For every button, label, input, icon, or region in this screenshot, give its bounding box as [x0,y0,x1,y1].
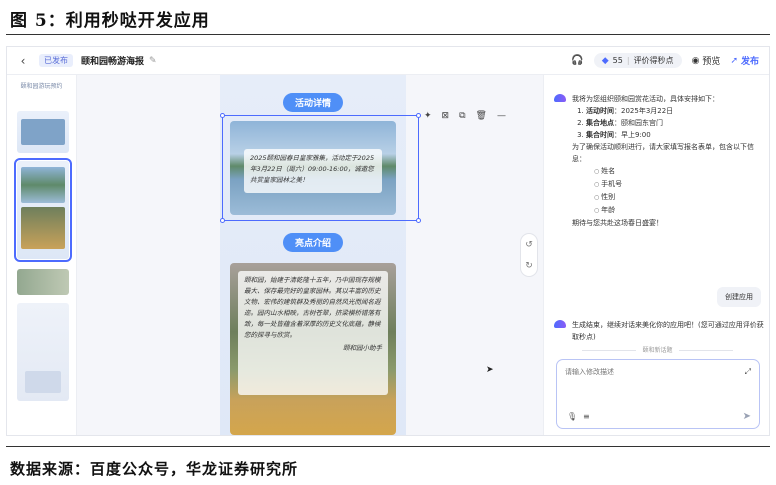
attachment-icon[interactable]: ≡ [583,412,590,421]
list-item: 手机号 [594,178,764,191]
thumbnail-page[interactable] [17,111,69,153]
form-field-list: 姓名 手机号 性别 年龄 [594,165,764,217]
floating-toolbar: ✦ ⊠ ⧉ 🗑 — [424,111,506,121]
page-title: 颐和园畅游海报 [81,57,145,67]
credit-count: 55 [612,56,623,65]
message-outro: 期待与您共赴这场春日盛宴！ [572,219,663,227]
event-info-card[interactable]: 2025颐和园春日皇家雅集，活动定于2025年3月22日（周六）09:00-16… [244,149,382,193]
thumbnail-page[interactable] [17,303,69,401]
image-edit-icon[interactable]: ⊠ [442,111,450,121]
list-item: 年龄 [594,204,764,217]
figure-title: 图 5：利用秒哒开发应用 [10,11,210,31]
ai-message: 生成结束，继续对话来美化你的应用吧！(您可通过应用评价获取秒点) [554,319,764,343]
publish-button[interactable]: ➚ 发布 [730,54,759,68]
message-intro: 我将为您组织颐和园赏花活动，具体安排如下： [572,95,719,103]
app-window: ‹ 已发布 颐和园畅游海报 ✎ 🎧 ◆ 55 | 评价得秒点 ◉ 预览 ➚ 发布… [6,46,770,436]
poster-page[interactable]: 活动详情 2025颐和园春日皇家雅集，活动定于2025年3月22日（周六）09:… [220,75,406,435]
minus-icon[interactable]: — [497,111,506,121]
editor-canvas[interactable]: 活动详情 2025颐和园春日皇家雅集，活动定于2025年3月22日（周六）09:… [78,75,542,435]
list-item: 活动时间：2025年3月22日 [586,105,764,117]
highlight-card[interactable]: 颐和园，始建于清乾隆十五年，乃中国现存规模最大、保存最完好的皇家园林。其以丰富的… [238,271,388,395]
section-title-highlights[interactable]: 亮点介绍 [282,233,344,252]
mouse-cursor-icon: ➤ [486,365,494,375]
preview-button[interactable]: ◉ 预览 [691,54,721,68]
miaoda-logo-icon: ◆ [601,55,609,66]
top-rule [6,34,770,35]
schedule-list: 活动时间：2025年3月22日 集合地点：颐和园东宫门 集合时间：早上9:00 [586,105,764,141]
highlight-text: 颐和园，始建于清乾隆十五年，乃中国现存规模最大、保存最完好的皇家园林。其以丰富的… [244,276,381,339]
page-thumbnail-sidebar: 颐和园游玩预约 [7,75,77,435]
undo-icon[interactable]: ↺ [525,240,533,250]
section-title-details[interactable]: 活动详情 [282,93,344,112]
thumbnail-image [21,167,65,203]
ai-avatar-icon [554,320,566,328]
highlight-signature: 颐和园小助手 [343,344,382,352]
credit-action: 评价得秒点 [633,56,674,65]
history-controls: ↺ ↻ [520,233,538,277]
list-item: 性别 [594,191,764,204]
prompt-input[interactable] [565,368,735,376]
headset-icon[interactable]: 🎧 [571,55,583,66]
expand-icon[interactable]: ⤢ [745,367,751,377]
copy-icon[interactable]: ⧉ [459,111,465,121]
form-intro: 为了确保活动顺利进行，请大家填写报名表单，包含以下信息： [572,143,754,163]
thumbnail-map [25,371,61,393]
figure-source: 数据来源：百度公众号，华龙证券研究所 [10,460,299,478]
back-button[interactable]: ‹ [13,54,33,68]
edit-icon[interactable]: ✎ [149,56,157,66]
topic-divider: 颐和新话题 [564,345,751,354]
list-item: 集合地点：颐和园东宫门 [586,117,764,129]
resize-handle[interactable] [416,218,421,223]
thumb-header: 颐和园游玩预约 [20,83,63,90]
message-text: 生成结束，继续对话来美化你的应用吧！(您可通过应用评价获取秒点) [572,321,764,341]
credit-pill[interactable]: ◆ 55 | 评价得秒点 [593,53,682,68]
list-item: 集合时间：早上9:00 [586,129,764,141]
resize-handle[interactable] [416,113,421,118]
list-item: 姓名 [594,165,764,178]
status-badge: 已发布 [39,54,73,67]
thumbnail-page-selected[interactable] [14,158,72,262]
microphone-icon[interactable]: 🎙 [567,412,577,421]
user-message: 创建应用 [717,287,761,307]
redo-icon[interactable]: ↻ [525,261,533,271]
preview-label: 预览 [702,57,721,67]
palace-photo[interactable]: 颐和园，始建于清乾隆十五年，乃中国现存规模最大、保存最完好的皇家园林。其以丰富的… [230,263,396,435]
ai-avatar-icon [554,94,566,102]
bottom-rule [6,446,770,447]
lake-photo[interactable]: 2025颐和园春日皇家雅集，活动定于2025年3月22日（周六）09:00-16… [230,121,396,215]
eye-icon: ◉ [691,55,700,66]
chat-panel: 我将为您组织颐和园赏花活动，具体安排如下： 活动时间：2025年3月22日 集合… [543,75,769,435]
top-bar: ‹ 已发布 颐和园畅游海报 ✎ 🎧 ◆ 55 | 评价得秒点 ◉ 预览 ➚ 发布 [7,47,769,75]
thumbnail-image [21,207,65,249]
thumbnail-image [21,119,65,145]
rocket-icon: ➚ [730,55,738,66]
thumbnail-page[interactable] [17,269,69,295]
ai-magic-icon[interactable]: ✦ [424,111,432,121]
chat-input-box[interactable]: ⤢ 🎙 ≡ ➤ [556,359,760,429]
send-icon[interactable]: ➤ [743,411,751,422]
publish-label: 发布 [740,57,759,67]
delete-icon[interactable]: 🗑 [476,111,487,121]
separator: | [626,56,630,65]
ai-message: 我将为您组织颐和园赏花活动，具体安排如下： 活动时间：2025年3月22日 集合… [554,93,764,229]
